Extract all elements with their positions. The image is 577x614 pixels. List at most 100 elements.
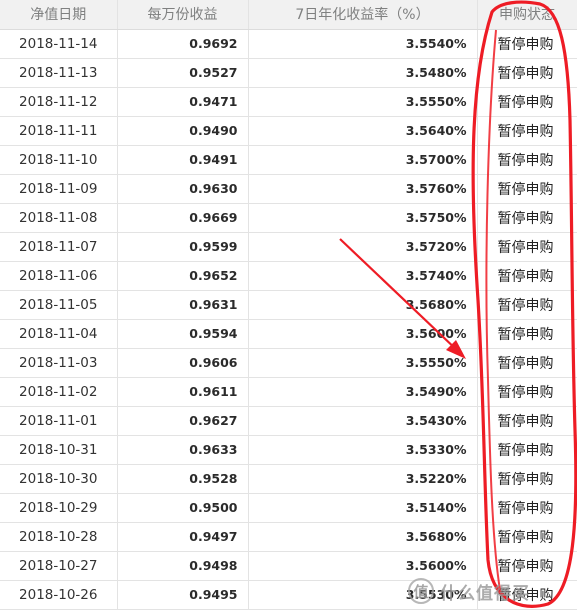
table-row: 2018-11-06 0.9652 3.5740% 暂停申购 [0,261,577,291]
table-row: 2018-10-29 0.9500 3.5140% 暂停申购 [0,493,577,523]
cell-status: 暂停申购 [477,464,577,494]
table-row: 2018-10-27 0.9498 3.5600% 暂停申购 [0,551,577,581]
cell-yield: 3.5430% [248,406,478,436]
cell-nav: 0.9630 [117,174,249,204]
cell-status: 暂停申购 [477,116,577,146]
cell-date: 2018-11-04 [0,319,118,349]
cell-nav: 0.9606 [117,348,249,378]
cell-date: 2018-11-05 [0,290,118,320]
cell-yield: 3.5680% [248,290,478,320]
cell-date: 2018-11-14 [0,29,118,59]
table-row: 2018-11-09 0.9630 3.5760% 暂停申购 [0,174,577,204]
cell-yield: 3.5550% [248,348,478,378]
cell-status: 暂停申购 [477,435,577,465]
cell-nav: 0.9471 [117,87,249,117]
cell-nav: 0.9528 [117,464,249,494]
cell-status: 暂停申购 [477,174,577,204]
cell-nav: 0.9490 [117,116,249,146]
table-row: 2018-11-03 0.9606 3.5550% 暂停申购 [0,348,577,378]
cell-yield: 3.5700% [248,145,478,175]
table-row: 2018-10-30 0.9528 3.5220% 暂停申购 [0,464,577,494]
cell-yield: 3.5530% [248,580,478,610]
cell-status: 暂停申购 [477,58,577,88]
cell-nav: 0.9498 [117,551,249,581]
table-row: 2018-10-26 0.9495 3.5530% 暂停申购 [0,580,577,610]
cell-status: 暂停申购 [477,87,577,117]
cell-nav: 0.9692 [117,29,249,59]
cell-status: 暂停申购 [477,232,577,262]
cell-yield: 3.5600% [248,319,478,349]
header-yield[interactable]: 7日年化收益率（%） [248,0,478,30]
cell-date: 2018-11-09 [0,174,118,204]
header-status[interactable]: 申购状态 [477,0,577,30]
table-header-row: 净值日期 每万份收益 7日年化收益率（%） 申购状态 [0,0,577,30]
cell-nav: 0.9497 [117,522,249,552]
cell-nav: 0.9633 [117,435,249,465]
cell-date: 2018-11-07 [0,232,118,262]
cell-yield: 3.5740% [248,261,478,291]
cell-date: 2018-10-29 [0,493,118,523]
table-row: 2018-10-28 0.9497 3.5680% 暂停申购 [0,522,577,552]
cell-yield: 3.5720% [248,232,478,262]
cell-status: 暂停申购 [477,522,577,552]
cell-yield: 3.5600% [248,551,478,581]
cell-nav: 0.9599 [117,232,249,262]
cell-date: 2018-10-30 [0,464,118,494]
table-row: 2018-11-14 0.9692 3.5540% 暂停申购 [0,29,577,59]
cell-date: 2018-11-02 [0,377,118,407]
cell-date: 2018-11-10 [0,145,118,175]
table-row: 2018-10-31 0.9633 3.5330% 暂停申购 [0,435,577,465]
table-row: 2018-11-07 0.9599 3.5720% 暂停申购 [0,232,577,262]
cell-nav: 0.9631 [117,290,249,320]
table-row: 2018-11-05 0.9631 3.5680% 暂停申购 [0,290,577,320]
cell-yield: 3.5540% [248,29,478,59]
table-row: 2018-11-04 0.9594 3.5600% 暂停申购 [0,319,577,349]
cell-status: 暂停申购 [477,261,577,291]
header-nav[interactable]: 每万份收益 [117,0,249,30]
table-row: 2018-11-12 0.9471 3.5550% 暂停申购 [0,87,577,117]
cell-date: 2018-11-13 [0,58,118,88]
cell-status: 暂停申购 [477,493,577,523]
cell-yield: 3.5220% [248,464,478,494]
cell-yield: 3.5330% [248,435,478,465]
table-row: 2018-11-01 0.9627 3.5430% 暂停申购 [0,406,577,436]
cell-date: 2018-11-08 [0,203,118,233]
cell-yield: 3.5680% [248,522,478,552]
header-date[interactable]: 净值日期 [0,0,118,30]
table-row: 2018-11-10 0.9491 3.5700% 暂停申购 [0,145,577,175]
cell-nav: 0.9495 [117,580,249,610]
cell-yield: 3.5550% [248,87,478,117]
cell-status: 暂停申购 [477,203,577,233]
cell-nav: 0.9669 [117,203,249,233]
cell-yield: 3.5140% [248,493,478,523]
cell-status: 暂停申购 [477,377,577,407]
nav-history-table: 净值日期 每万份收益 7日年化收益率（%） 申购状态 2018-11-14 0.9… [0,0,577,610]
cell-date: 2018-10-31 [0,435,118,465]
table-row: 2018-11-13 0.9527 3.5480% 暂停申购 [0,58,577,88]
cell-status: 暂停申购 [477,290,577,320]
cell-date: 2018-10-27 [0,551,118,581]
cell-yield: 3.5750% [248,203,478,233]
cell-status: 暂停申购 [477,348,577,378]
cell-date: 2018-11-11 [0,116,118,146]
cell-status: 暂停申购 [477,551,577,581]
cell-status: 暂停申购 [477,319,577,349]
cell-nav: 0.9594 [117,319,249,349]
cell-nav: 0.9652 [117,261,249,291]
cell-status: 暂停申购 [477,580,577,610]
cell-nav: 0.9491 [117,145,249,175]
cell-date: 2018-11-12 [0,87,118,117]
cell-status: 暂停申购 [477,29,577,59]
cell-nav: 0.9627 [117,406,249,436]
cell-nav: 0.9527 [117,58,249,88]
table-row: 2018-11-11 0.9490 3.5640% 暂停申购 [0,116,577,146]
table-row: 2018-11-02 0.9611 3.5490% 暂停申购 [0,377,577,407]
cell-date: 2018-10-28 [0,522,118,552]
cell-yield: 3.5640% [248,116,478,146]
cell-status: 暂停申购 [477,406,577,436]
cell-date: 2018-10-26 [0,580,118,610]
cell-status: 暂停申购 [477,145,577,175]
cell-nav: 0.9500 [117,493,249,523]
cell-nav: 0.9611 [117,377,249,407]
cell-yield: 3.5490% [248,377,478,407]
